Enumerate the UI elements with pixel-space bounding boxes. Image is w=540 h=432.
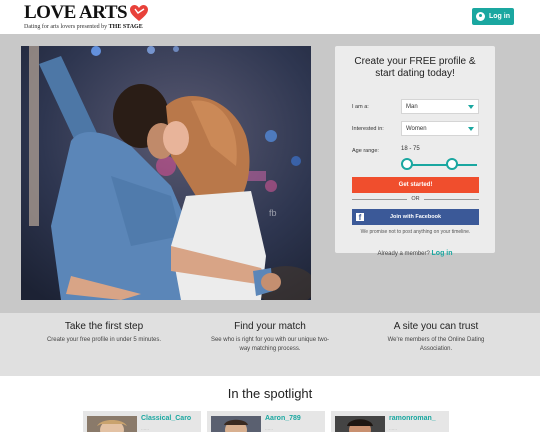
logo-text: LOVE ARTS [24,2,128,23]
i-am-label: I am a: [352,104,369,110]
i-am-select[interactable]: Man [401,99,479,114]
feature-title: Find your match [234,321,306,332]
feature-title: A site you can trust [393,321,479,332]
signup-title: Create your FREE profile & start dating … [354,56,476,79]
profile-avatar [211,416,261,432]
caret-down-icon [468,104,474,109]
profile-card[interactable]: ramonroman_ …… [331,411,449,432]
age-slider-max-handle[interactable] [446,158,458,170]
feature-trust: A site you can trust We're members of th… [346,321,526,354]
user-icon [476,12,485,21]
profile-meta: …… [265,426,273,431]
feature-text: See who is right for you with our unique… [210,337,330,352]
heart-icon [129,4,149,22]
hero-section: fb Create your FREE profile & start dati… [0,34,540,313]
svg-text:fb: fb [269,208,277,218]
profile-name: Aaron_789 [265,415,301,422]
profile-meta: …… [389,426,397,431]
age-range-slider[interactable] [407,164,477,166]
tagline: Dating for arts lovers presented by THE … [24,24,143,30]
site-header: LOVE ARTS Dating for arts lovers present… [0,0,540,34]
interested-in-label: Interested in: [352,126,384,132]
signup-card: Create your FREE profile & start dating … [335,46,495,257]
caret-down-icon [468,126,474,131]
login-button[interactable]: Log in [472,8,514,25]
profile-avatar [335,416,385,432]
age-range-value: 18 - 75 [401,146,420,152]
feature-title: Take the first step [64,321,144,332]
interested-in-select[interactable]: Women [401,121,479,136]
or-divider: OR [352,195,479,203]
age-range-label: Age range: [352,148,379,154]
already-member: Already a member? Log in [335,250,495,257]
already-member-text: Already a member? [377,251,430,257]
login-button-label: Log in [489,13,510,20]
i-am-value: Man [406,103,418,110]
feature-first-step: Take the first step Create your free pro… [14,321,194,345]
hero-photo-couple-embracing: fb [21,46,311,300]
profile-card[interactable]: Classical_Caro …… [83,411,201,432]
card-login-link[interactable]: Log in [432,250,453,257]
get-started-button[interactable]: Get started! [352,177,479,193]
interested-in-value: Women [406,125,427,132]
age-slider-min-handle[interactable] [401,158,413,170]
feature-text: Create your free profile in under 5 minu… [46,337,162,343]
profile-name: ramonroman_ [389,415,436,422]
feature-text: We're members of the Online Dating Assoc… [387,337,485,352]
features-band: Take the first step Create your free pro… [0,313,540,376]
profile-avatar [87,416,137,432]
spotlight-title: In the spotlight [227,386,313,401]
profile-card[interactable]: Aaron_789 …… [207,411,325,432]
facebook-promise-text: We promise not to post anything on your … [360,229,471,235]
profile-name: Classical_Caro [141,415,192,422]
logo[interactable]: LOVE ARTS Dating for arts lovers present… [24,3,149,30]
facebook-button-label: Join with Facebook [389,214,442,220]
feature-find-match: Find your match See who is right for you… [180,321,360,354]
join-with-facebook-button[interactable]: f Join with Facebook [352,209,479,225]
facebook-icon: f [356,213,364,222]
or-label: OR [411,196,420,202]
profile-meta: …… [141,426,149,431]
